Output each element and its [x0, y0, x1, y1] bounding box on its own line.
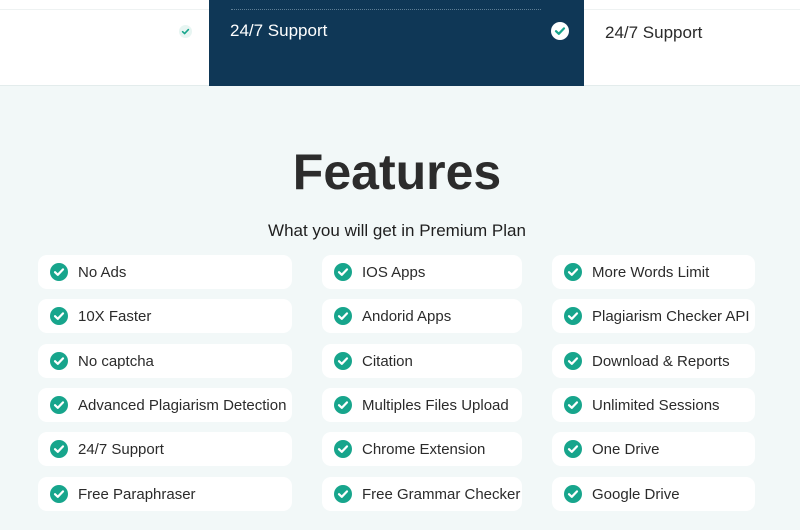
right-row-label: 24/7 Support — [605, 23, 703, 42]
feature-label: Chrome Extension — [362, 440, 486, 458]
check-circle-icon — [334, 263, 352, 281]
check-circle-icon — [564, 440, 582, 458]
feature-item: Free Grammar Checker — [322, 477, 522, 511]
premium-plan-column: 24/7 Support — [209, 0, 584, 86]
feature-label: Advanced Plagiarism Detection — [78, 396, 287, 414]
check-circle-icon — [551, 22, 569, 40]
feature-label: Download & Reports — [592, 352, 730, 370]
feature-item: Citation — [322, 344, 522, 378]
feature-label: 24/7 Support — [78, 440, 164, 458]
feature-label: One Drive — [592, 440, 660, 458]
check-circle-icon — [334, 307, 352, 325]
feature-label: Multiples Files Upload — [362, 396, 509, 414]
feature-label: 10X Faster — [78, 307, 152, 325]
feature-item: One Drive — [552, 432, 755, 466]
feature-label: No Ads — [78, 263, 127, 281]
feature-label: More Words Limit — [592, 263, 710, 281]
check-circle-icon — [50, 440, 68, 458]
premium-row-label: 24/7 Support — [230, 21, 328, 40]
feature-item: Google Drive — [552, 477, 755, 511]
check-circle-icon — [564, 352, 582, 370]
check-circle-icon — [564, 263, 582, 281]
check-circle-icon — [50, 485, 68, 503]
feature-label: No captcha — [78, 352, 154, 370]
check-circle-icon — [334, 485, 352, 503]
pricing-compare-row: 24/7 Support 24/7 Support — [0, 0, 800, 86]
features-subtitle: What you will get in Premium Plan — [268, 221, 526, 240]
feature-item: Multiples Files Upload — [322, 388, 522, 422]
feature-item: Unlimited Sessions — [552, 388, 755, 422]
check-circle-icon — [564, 485, 582, 503]
feature-label: Plagiarism Checker API — [592, 307, 750, 325]
check-circle-icon — [50, 396, 68, 414]
row-divider — [231, 9, 541, 10]
feature-label: Unlimited Sessions — [592, 396, 720, 414]
check-icon — [179, 25, 192, 38]
check-circle-icon — [564, 307, 582, 325]
check-circle-icon — [334, 396, 352, 414]
feature-label: Free Grammar Checker — [362, 485, 521, 503]
feature-item: Chrome Extension — [322, 432, 522, 466]
feature-label: Free Paraphraser — [78, 485, 196, 503]
feature-item: Plagiarism Checker API — [552, 299, 755, 333]
check-circle-icon — [564, 396, 582, 414]
check-circle-icon — [50, 263, 68, 281]
feature-item: IOS Apps — [322, 255, 522, 289]
feature-item: Andorid Apps — [322, 299, 522, 333]
check-circle-icon — [50, 307, 68, 325]
row-divider — [584, 9, 800, 10]
check-circle-icon — [50, 352, 68, 370]
check-circle-icon — [334, 352, 352, 370]
feature-item: More Words Limit — [552, 255, 755, 289]
feature-item: Free Paraphraser — [38, 477, 292, 511]
feature-item: Download & Reports — [552, 344, 755, 378]
feature-item: 24/7 Support — [38, 432, 292, 466]
feature-label: IOS Apps — [362, 263, 426, 281]
feature-label: Citation — [362, 352, 413, 370]
feature-item: Advanced Plagiarism Detection — [38, 388, 292, 422]
feature-item: No Ads — [38, 255, 292, 289]
feature-label: Google Drive — [592, 485, 680, 503]
feature-item: 10X Faster — [38, 299, 292, 333]
row-divider — [0, 9, 209, 10]
feature-item: No captcha — [38, 344, 292, 378]
check-circle-icon — [334, 440, 352, 458]
feature-label: Andorid Apps — [362, 307, 452, 325]
features-title: Features — [292, 144, 502, 200]
